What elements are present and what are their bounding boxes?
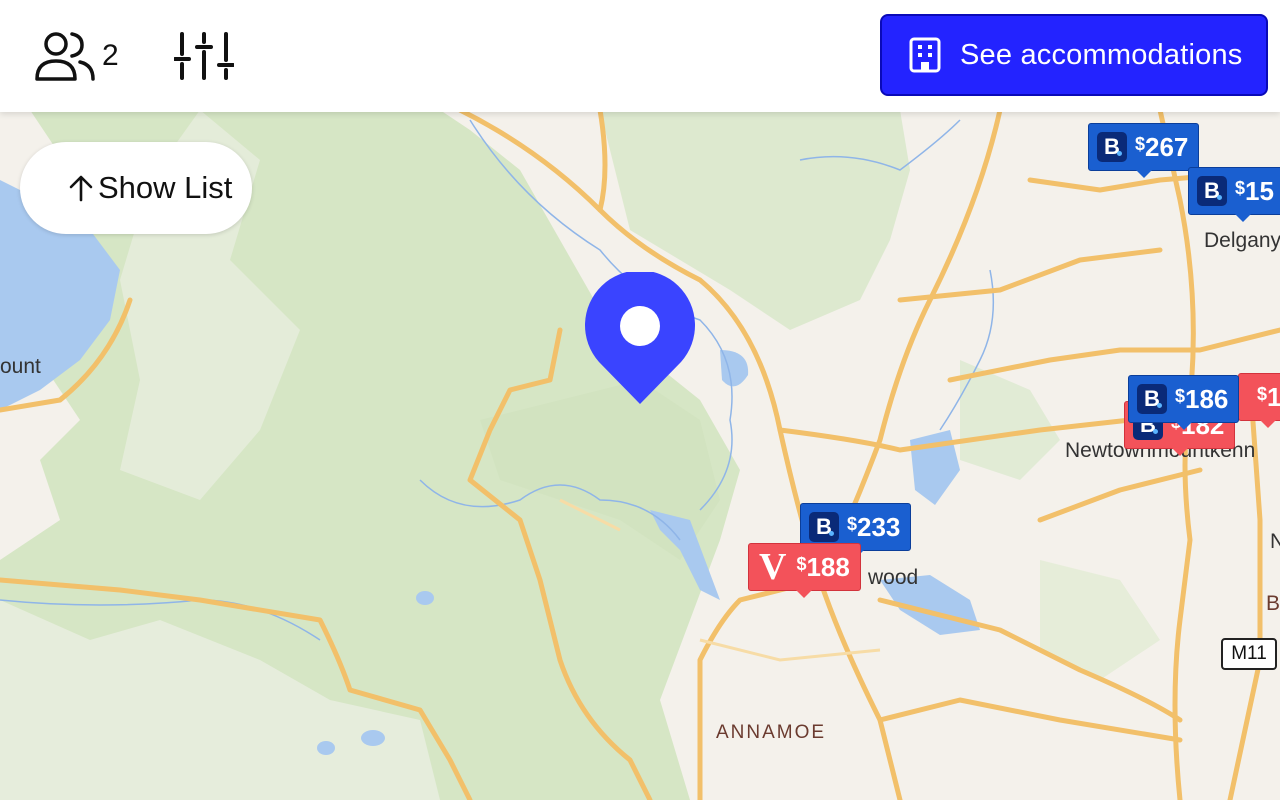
- booking-logo-icon: B: [1137, 384, 1167, 414]
- show-list-label: Show List: [98, 170, 233, 205]
- price-marker[interactable]: V $188: [748, 543, 861, 598]
- guest-count: 2: [102, 39, 119, 72]
- road-shield-m11: M11: [1221, 638, 1277, 670]
- place-label-roundwood: wood: [868, 566, 919, 589]
- booking-logo-icon: B: [1197, 176, 1227, 206]
- place-label-delgany: Delgany: [1204, 229, 1280, 252]
- price-marker[interactable]: $1: [1238, 373, 1280, 428]
- place-label-annamoe: ANNAMOE: [716, 722, 827, 743]
- see-accommodations-button[interactable]: See accommodations: [880, 14, 1268, 96]
- price-marker[interactable]: B $267: [1088, 123, 1200, 178]
- booking-logo-icon: B: [809, 512, 839, 542]
- place-label-left: ount: [0, 355, 41, 378]
- see-accommodations-label: See accommodations: [960, 38, 1243, 71]
- show-list-button[interactable]: Show List: [20, 142, 252, 234]
- price-marker[interactable]: B $186: [1128, 375, 1240, 430]
- people-icon: [35, 32, 95, 81]
- price-marker[interactable]: B $15: [1188, 167, 1280, 222]
- vrbo-logo-icon: V: [759, 546, 787, 588]
- top-bar: 2 See accommodations: [0, 0, 1280, 112]
- place-label-right-n: N: [1270, 530, 1280, 553]
- sliders-icon[interactable]: [174, 30, 234, 82]
- location-pin-icon[interactable]: [585, 272, 695, 406]
- guests-button[interactable]: 2: [34, 30, 119, 82]
- arrow-up-icon: [69, 175, 93, 202]
- building-icon: [909, 37, 941, 73]
- booking-logo-icon: B: [1097, 132, 1127, 162]
- place-label-right-b: B: [1266, 592, 1280, 615]
